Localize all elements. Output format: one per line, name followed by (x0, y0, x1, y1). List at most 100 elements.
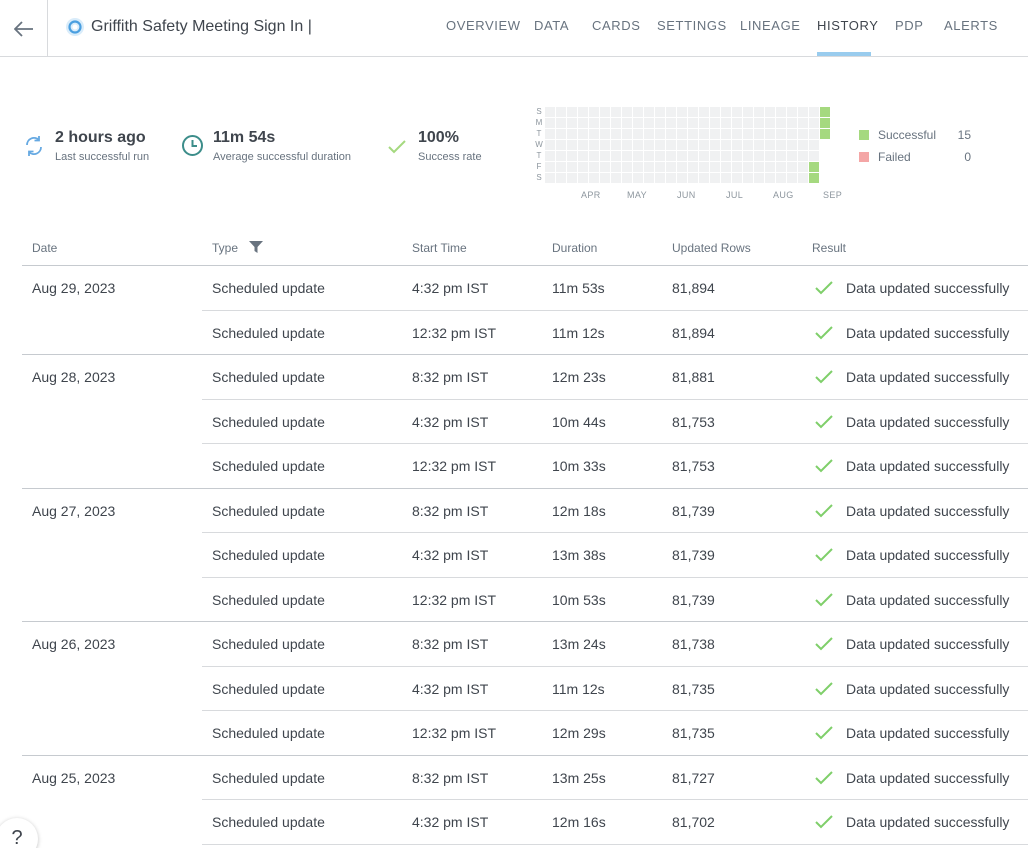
heatmap-cell-empty[interactable] (556, 173, 566, 183)
heatmap-cell-success[interactable] (809, 173, 819, 183)
heatmap-cell-empty[interactable] (732, 162, 742, 172)
heatmap-cell-empty[interactable] (776, 129, 786, 139)
heatmap-cell-empty[interactable] (545, 162, 555, 172)
heatmap-cell-empty[interactable] (710, 140, 720, 150)
heatmap-cell-empty[interactable] (644, 151, 654, 161)
heatmap-cell-success[interactable] (820, 118, 830, 128)
heatmap-cell-empty[interactable] (809, 151, 819, 161)
heatmap-cell-success[interactable] (809, 162, 819, 172)
heatmap-cell-empty[interactable] (721, 140, 731, 150)
heatmap-cell-empty[interactable] (688, 173, 698, 183)
heatmap-cell-empty[interactable] (611, 173, 621, 183)
heatmap-cell-success[interactable] (820, 129, 830, 139)
heatmap-cell-empty[interactable] (578, 140, 588, 150)
heatmap-cell-empty[interactable] (655, 107, 665, 117)
heatmap-cell-empty[interactable] (732, 151, 742, 161)
heatmap-cell-empty[interactable] (699, 173, 709, 183)
heatmap-cell-empty[interactable] (688, 151, 698, 161)
heatmap-cell-empty[interactable] (556, 140, 566, 150)
heatmap-cell-empty[interactable] (743, 162, 753, 172)
help-button[interactable]: ? (0, 818, 38, 848)
heatmap-cell-empty[interactable] (589, 129, 599, 139)
heatmap-cell-empty[interactable] (809, 129, 819, 139)
heatmap-cell-empty[interactable] (765, 107, 775, 117)
heatmap-cell-empty[interactable] (666, 162, 676, 172)
heatmap-cell-empty[interactable] (798, 107, 808, 117)
heatmap-cell-empty[interactable] (743, 173, 753, 183)
tab-data[interactable]: DATA (534, 18, 569, 34)
heatmap-cell-empty[interactable] (699, 162, 709, 172)
heatmap-cell-empty[interactable] (688, 129, 698, 139)
heatmap-cell-empty[interactable] (655, 173, 665, 183)
heatmap-cell-empty[interactable] (699, 129, 709, 139)
heatmap-cell-empty[interactable] (622, 107, 632, 117)
heatmap-cell-empty[interactable] (622, 151, 632, 161)
heatmap-cell-empty[interactable] (765, 173, 775, 183)
heatmap-cell-empty[interactable] (545, 129, 555, 139)
heatmap-cell-empty[interactable] (721, 118, 731, 128)
heatmap-cell-empty[interactable] (776, 151, 786, 161)
heatmap-cell-empty[interactable] (655, 140, 665, 150)
heatmap-cell-empty[interactable] (600, 162, 610, 172)
heatmap-cell-empty[interactable] (644, 140, 654, 150)
heatmap-cell-empty[interactable] (732, 107, 742, 117)
heatmap-cell-empty[interactable] (578, 107, 588, 117)
heatmap-cell-empty[interactable] (787, 140, 797, 150)
heatmap-cell-empty[interactable] (556, 162, 566, 172)
column-header-duration[interactable]: Duration (552, 241, 597, 255)
heatmap-cell-empty[interactable] (589, 173, 599, 183)
heatmap-cell-empty[interactable] (655, 118, 665, 128)
heatmap-cell-empty[interactable] (710, 151, 720, 161)
heatmap-cell-empty[interactable] (633, 107, 643, 117)
heatmap-cell-empty[interactable] (556, 107, 566, 117)
heatmap-cell-empty[interactable] (732, 140, 742, 150)
tab-history[interactable]: HISTORY (817, 18, 879, 34)
heatmap-cell-empty[interactable] (798, 140, 808, 150)
tab-alerts[interactable]: ALERTS (944, 18, 998, 34)
heatmap-cell-empty[interactable] (600, 118, 610, 128)
heatmap-cell-empty[interactable] (611, 140, 621, 150)
heatmap-cell-empty[interactable] (556, 129, 566, 139)
heatmap-cell-empty[interactable] (633, 118, 643, 128)
heatmap-cell-empty[interactable] (545, 118, 555, 128)
heatmap-cell-empty[interactable] (578, 151, 588, 161)
heatmap-cell-empty[interactable] (600, 140, 610, 150)
heatmap-cell-empty[interactable] (644, 129, 654, 139)
heatmap-cell-empty[interactable] (732, 129, 742, 139)
heatmap-cell-empty[interactable] (721, 129, 731, 139)
heatmap-cell-empty[interactable] (699, 151, 709, 161)
heatmap-cell-empty[interactable] (677, 118, 687, 128)
filter-icon[interactable] (248, 240, 264, 254)
heatmap-cell-empty[interactable] (545, 107, 555, 117)
heatmap-cell-empty[interactable] (688, 107, 698, 117)
heatmap-cell-empty[interactable] (787, 129, 797, 139)
heatmap-cell-empty[interactable] (567, 151, 577, 161)
heatmap-cell-empty[interactable] (743, 140, 753, 150)
heatmap-cell-empty[interactable] (622, 162, 632, 172)
heatmap-cell-empty[interactable] (677, 129, 687, 139)
tab-pdp[interactable]: PDP (895, 18, 924, 34)
heatmap-cell-empty[interactable] (633, 173, 643, 183)
heatmap-cell-empty[interactable] (787, 118, 797, 128)
heatmap-cell-empty[interactable] (743, 129, 753, 139)
heatmap-cell-empty[interactable] (776, 107, 786, 117)
heatmap-cell-empty[interactable] (798, 118, 808, 128)
column-header-updated-rows[interactable]: Updated Rows (672, 241, 751, 255)
heatmap-cell-empty[interactable] (567, 118, 577, 128)
heatmap-cell-empty[interactable] (776, 173, 786, 183)
heatmap-cell-empty[interactable] (721, 151, 731, 161)
back-button[interactable] (0, 0, 48, 57)
heatmap-cell-empty[interactable] (545, 140, 555, 150)
heatmap-cell-empty[interactable] (578, 162, 588, 172)
heatmap-cell-empty[interactable] (589, 140, 599, 150)
heatmap-cell-empty[interactable] (732, 118, 742, 128)
heatmap-cell-empty[interactable] (776, 140, 786, 150)
heatmap-cell-empty[interactable] (677, 151, 687, 161)
heatmap-cell-empty[interactable] (600, 107, 610, 117)
heatmap-cell-empty[interactable] (622, 173, 632, 183)
heatmap-cell-empty[interactable] (633, 151, 643, 161)
heatmap-cell-empty[interactable] (754, 151, 764, 161)
heatmap-cell-empty[interactable] (721, 162, 731, 172)
heatmap-cell-empty[interactable] (644, 107, 654, 117)
heatmap-cell-empty[interactable] (622, 118, 632, 128)
